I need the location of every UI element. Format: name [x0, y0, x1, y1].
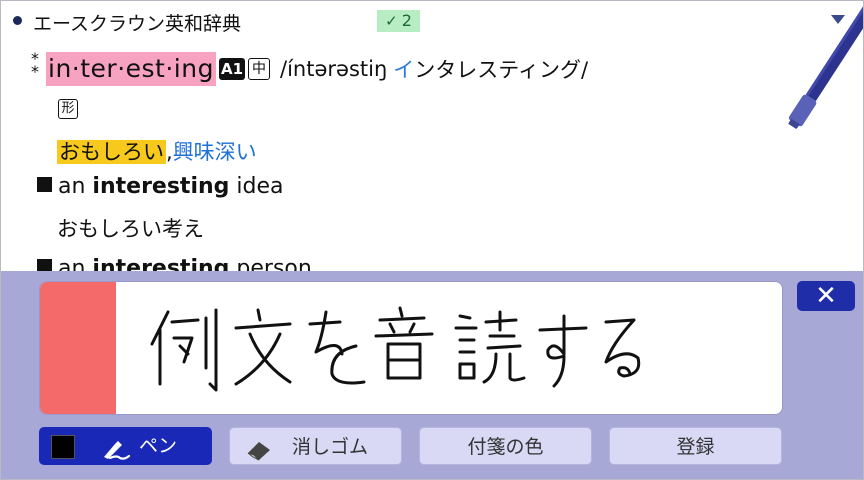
eraser-label: 消しゴム — [292, 436, 369, 458]
eraser-icon — [244, 436, 274, 474]
sticky-color-button[interactable]: 付箋の色 — [419, 427, 592, 465]
register-button[interactable]: 登録 — [609, 427, 782, 465]
check-icon: ✓ — [385, 12, 398, 30]
dictionary-name: エースクラウン英和辞典 — [33, 13, 242, 35]
check-count-badge[interactable]: ✓ 2 — [377, 10, 420, 32]
frequency-marker: * * — [31, 49, 39, 81]
handwriting-strokes — [150, 306, 641, 392]
headword[interactable]: in·ter·est·ing — [46, 52, 216, 86]
example-1-translation: おもしろい考え — [57, 217, 204, 241]
chevron-down-icon[interactable] — [831, 15, 845, 24]
dictionary-header: エースクラウン英和辞典 ✓ 2 — [1, 1, 863, 39]
meaning-secondary[interactable]: 興味深い — [173, 140, 257, 164]
close-icon: ✕ — [815, 281, 837, 311]
part-of-speech-badge: 形 — [58, 99, 78, 119]
cefr-level-badge: A1 — [218, 58, 246, 80]
example-1[interactable]: an interesting idea — [37, 174, 284, 199]
dictionary-entry: * * in·ter·est·ing A1 中 /íntərəstiŋ インタレス… — [1, 41, 863, 282]
pen-icon — [101, 436, 131, 474]
katakana-reading: インタレスティング/ — [393, 54, 588, 84]
example-1-prefix: an — [58, 174, 93, 199]
katakana-rest: ンタレスティング/ — [414, 58, 589, 82]
headword-line: in·ter·est·ing A1 中 /íntərəstiŋ インタレスティン… — [46, 51, 588, 87]
example-bullet-icon — [37, 177, 52, 192]
pronunciation: /íntərəstiŋ — [280, 57, 388, 81]
meaning-separator: , — [166, 140, 173, 164]
register-label: 登録 — [676, 436, 715, 458]
handwriting-memo-panel: ✕ ペン 消しゴム 付箋の色 登録 — [1, 271, 863, 479]
app-window: エースクラウン英和辞典 ✓ 2 * * in·ter·est·ing A1 中 /í… — [0, 0, 864, 480]
pen-color-swatch[interactable] — [51, 435, 75, 459]
check-count: 2 — [401, 11, 412, 30]
grade-badge: 中 — [248, 58, 271, 80]
handwriting-canvas[interactable] — [39, 281, 783, 415]
meaning-line: おもしろい,興味深い — [57, 136, 257, 166]
sticky-color-label: 付箋の色 — [467, 436, 544, 458]
example-1-keyword: interesting — [92, 174, 230, 199]
bullet-icon — [13, 16, 22, 25]
katakana-first[interactable]: イ — [393, 58, 414, 82]
close-button[interactable]: ✕ — [797, 281, 855, 311]
eraser-button[interactable]: 消しゴム — [229, 427, 402, 465]
pen-label: ペン — [139, 435, 178, 457]
pen-button[interactable]: ペン — [39, 427, 212, 465]
meaning-primary[interactable]: おもしろい — [57, 140, 166, 164]
example-1-suffix: idea — [229, 174, 284, 199]
